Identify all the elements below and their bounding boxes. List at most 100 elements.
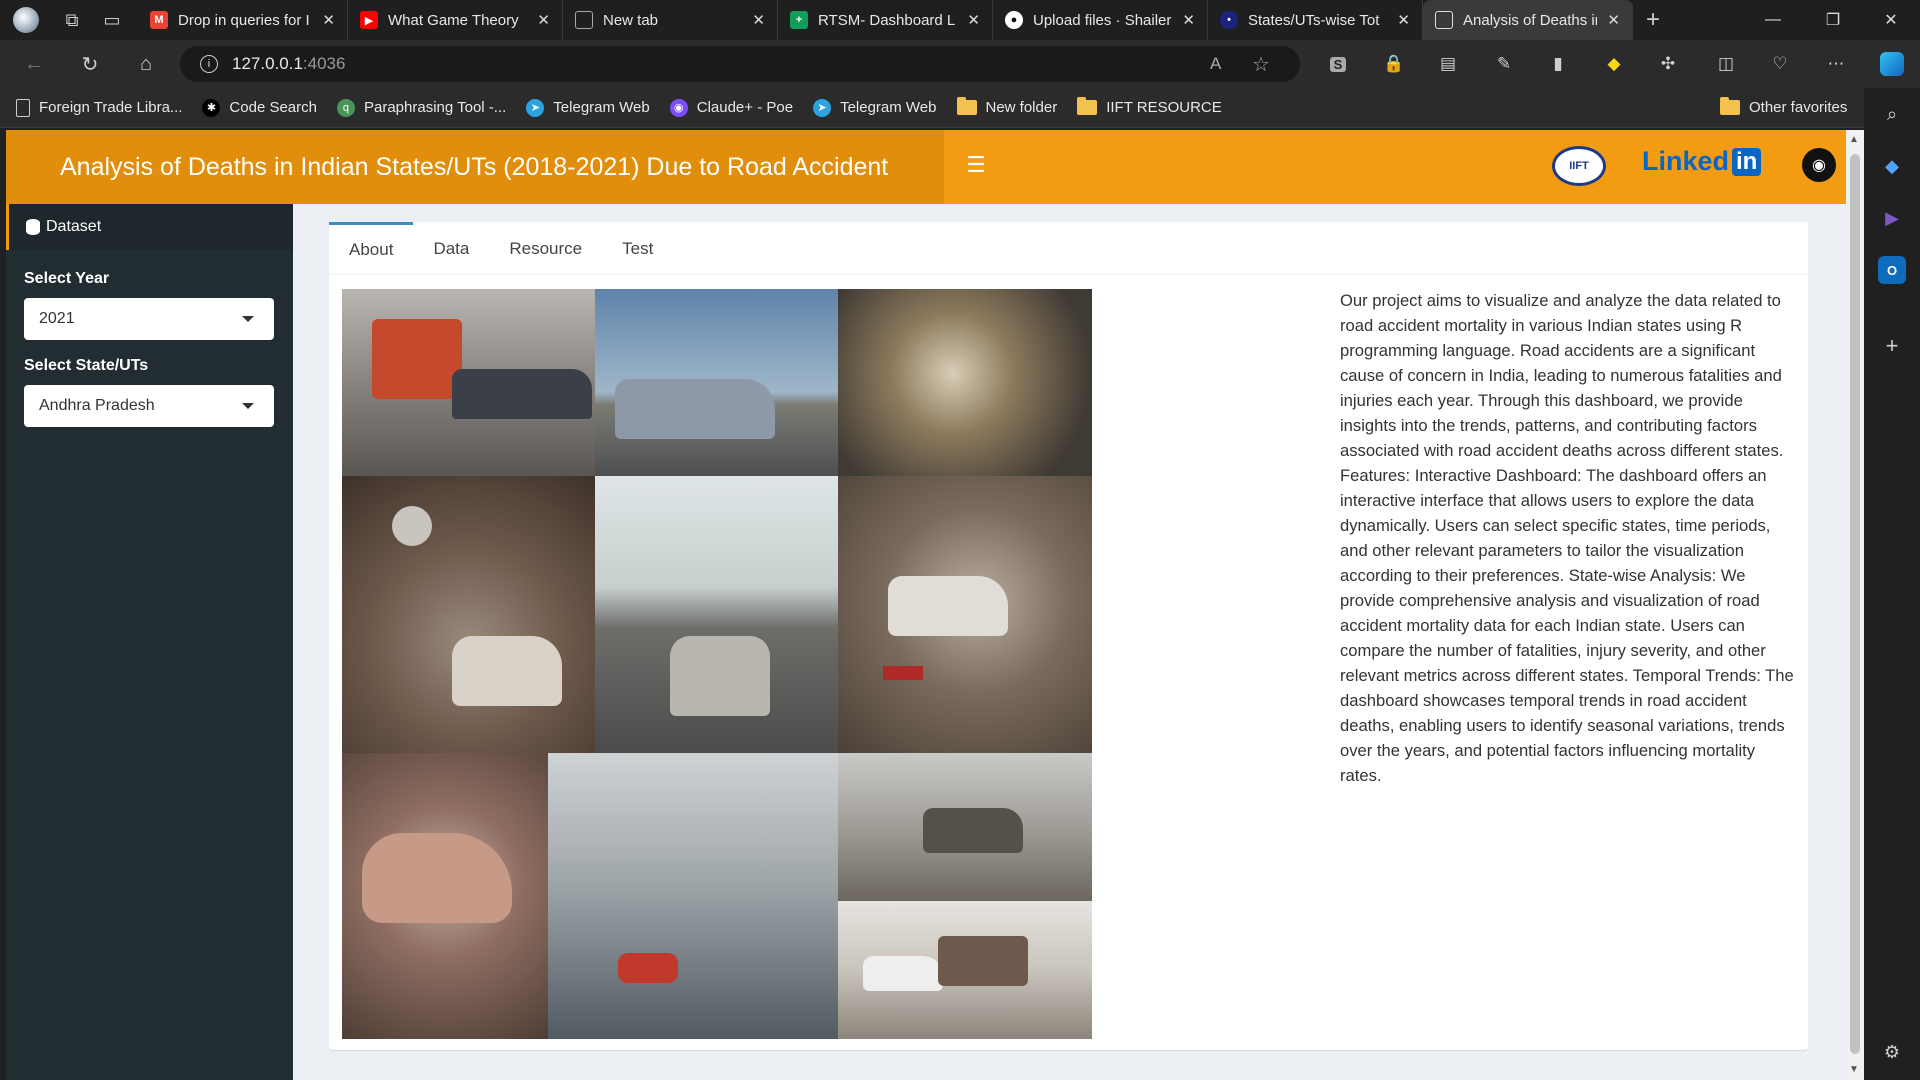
bookmark-folder[interactable]: IIFT RESOURCE xyxy=(1077,97,1222,116)
content-tab-box: About Data Resource Test Our project aim… xyxy=(329,222,1808,1050)
add-icon[interactable]: + xyxy=(1878,332,1906,360)
browser-tab-newtab[interactable]: New tab ✕ xyxy=(563,0,778,40)
restore-icon[interactable]: ❐ xyxy=(1804,0,1862,40)
about-description: Our project aims to visualize and analyz… xyxy=(1340,291,1794,785)
collage-tile-spinning-car xyxy=(838,753,1092,901)
bookmark-item[interactable]: ◉ Claude+ - Poe xyxy=(669,98,793,117)
minimize-icon[interactable]: — xyxy=(1744,0,1802,40)
tab-title: Drop in queries for I xyxy=(178,11,310,29)
more-menu-icon[interactable]: ⋯ xyxy=(1820,48,1852,80)
extension-yellow-icon[interactable]: ◆ xyxy=(1598,48,1630,80)
profile-icon[interactable] xyxy=(0,0,52,40)
scroll-down-icon[interactable]: ▼ xyxy=(1849,1064,1859,1075)
sidebar-item-dataset[interactable]: Dataset xyxy=(6,204,293,250)
extension-page-icon[interactable]: ▤ xyxy=(1432,48,1464,80)
browser-tab-github[interactable]: ● Upload files · Shailer ✕ xyxy=(993,0,1208,40)
split-screen-icon[interactable]: ◫ xyxy=(1710,48,1742,80)
linkedin-logo[interactable]: Linked in xyxy=(1642,146,1762,177)
collage-tile-debris-field xyxy=(342,476,595,753)
tab-title: New tab xyxy=(603,11,659,29)
extension-bars-icon[interactable]: ▮ xyxy=(1542,48,1574,80)
site-info-icon[interactable]: i xyxy=(200,55,218,73)
bookmark-folder[interactable]: New folder xyxy=(956,97,1057,116)
reload-icon[interactable]: ↻ xyxy=(68,44,112,84)
bookmark-item[interactable]: ➤ Telegram Web xyxy=(526,98,650,117)
extension-s-icon[interactable]: S xyxy=(1322,48,1354,80)
state-select[interactable]: Andhra Pradesh xyxy=(24,385,274,427)
close-icon[interactable]: ✕ xyxy=(1182,11,1195,29)
bookmarks-bar: Foreign Trade Libra... ✱ Code Search q P… xyxy=(0,88,1920,128)
scroll-up-icon[interactable]: ▲ xyxy=(1849,134,1859,145)
close-icon[interactable]: ✕ xyxy=(1397,11,1410,29)
close-icon[interactable]: ✕ xyxy=(322,11,335,29)
home-icon[interactable]: ⌂ xyxy=(124,44,168,84)
settings-gear-icon[interactable]: ⚙ xyxy=(1878,1038,1906,1066)
sidebar-toggle-icon[interactable]: ☰ xyxy=(966,152,986,178)
github-icon[interactable]: ◉ xyxy=(1802,148,1836,182)
address-bar[interactable]: i 127.0.0.1:4036 A ☆ xyxy=(180,46,1300,82)
extensions-puzzle-icon[interactable]: ✣ xyxy=(1652,48,1684,80)
quillbot-icon: q xyxy=(336,98,355,117)
close-icon[interactable]: ✕ xyxy=(752,11,765,29)
collage-tile-explosion xyxy=(838,289,1092,476)
close-icon[interactable]: ✕ xyxy=(1607,11,1620,29)
browser-tab-bar: ⧉ ▭ M Drop in queries for I ✕ ▶ What Gam… xyxy=(0,0,1920,40)
browser-tab-youtube[interactable]: ▶ What Game Theory ✕ xyxy=(348,0,563,40)
tab-actions-icon[interactable]: ▭ xyxy=(92,0,132,40)
page-scrollbar[interactable]: ▲ ▼ xyxy=(1846,130,1864,1080)
dashboard-sidebar: Dataset Select Year 2021 Select State/UT… xyxy=(6,204,293,1080)
new-tab-button[interactable]: + xyxy=(1633,0,1673,40)
page-viewport: Analysis of Deaths in Indian States/UTs … xyxy=(6,130,1846,1080)
bookmark-label: Code Search xyxy=(229,99,317,116)
workspaces-icon[interactable]: ⧉ xyxy=(52,0,92,40)
bookmark-item[interactable]: ➤ Telegram Web xyxy=(813,98,937,117)
url-text: 127.0.0.1:4036 xyxy=(232,54,346,73)
folder-icon xyxy=(1720,97,1740,115)
tab-resource[interactable]: Resource xyxy=(489,222,602,275)
code-search-icon: ✱ xyxy=(202,98,221,117)
github-icon: ● xyxy=(1005,11,1023,29)
extension-pen-icon[interactable]: ✎ xyxy=(1488,48,1520,80)
linkedin-in-badge: in xyxy=(1732,147,1762,176)
games-icon[interactable]: ▶ xyxy=(1878,204,1906,232)
scroll-thumb[interactable] xyxy=(1850,154,1860,1054)
tab-test[interactable]: Test xyxy=(602,222,673,275)
bookmark-label: Other favorites xyxy=(1749,99,1848,116)
bookmark-item[interactable]: Foreign Trade Libra... xyxy=(16,98,183,117)
state-label: Select State/UTs xyxy=(24,357,149,374)
search-icon[interactable]: ⌕ xyxy=(1878,100,1906,128)
browser-tab-gmail[interactable]: M Drop in queries for I ✕ xyxy=(138,0,348,40)
bookmark-label: Paraphrasing Tool -... xyxy=(363,99,507,116)
favorite-star-icon[interactable]: ☆ xyxy=(1252,52,1270,77)
year-value: 2021 xyxy=(39,310,75,327)
browser-toolbar: ← ↻ ⌂ i 127.0.0.1:4036 A ☆ S 🔒 ▤ ✎ ▮ ◆ ✣… xyxy=(0,40,1920,88)
year-select[interactable]: 2021 xyxy=(24,298,274,340)
tag-icon[interactable]: ◆ xyxy=(1878,152,1906,180)
collage-tile-silver-sedan xyxy=(595,289,838,476)
tab-data[interactable]: Data xyxy=(413,222,489,275)
copilot-icon[interactable] xyxy=(1876,48,1908,80)
browser-tab-states[interactable]: • States/UTs-wise Tot ✕ xyxy=(1208,0,1423,40)
bookmark-label: Telegram Web xyxy=(840,99,937,116)
outlook-icon[interactable]: O xyxy=(1878,256,1906,284)
iift-logo[interactable]: IIFT xyxy=(1552,146,1606,186)
gmail-icon: M xyxy=(150,11,168,29)
extension-lock-icon[interactable]: 🔒 xyxy=(1378,48,1410,80)
performance-icon[interactable]: ♡ xyxy=(1764,48,1796,80)
other-favorites[interactable]: Other favorites xyxy=(1720,97,1848,116)
read-aloud-icon[interactable]: A xyxy=(1210,54,1221,74)
browser-tab-sheets[interactable]: + RTSM- Dashboard L ✕ xyxy=(778,0,993,40)
tab-title: What Game Theory xyxy=(388,11,519,29)
close-icon[interactable]: ✕ xyxy=(967,11,980,29)
browser-tab-active[interactable]: Analysis of Deaths in ✕ xyxy=(1423,0,1633,40)
close-icon[interactable]: ✕ xyxy=(537,11,550,29)
tab-about[interactable]: About xyxy=(329,222,414,275)
page-icon xyxy=(16,98,30,117)
sheets-icon: + xyxy=(790,11,808,29)
chevron-down-icon xyxy=(242,316,254,322)
bookmark-item[interactable]: q Paraphrasing Tool -... xyxy=(336,98,507,117)
bookmark-label: Foreign Trade Libra... xyxy=(39,99,183,116)
back-icon[interactable]: ← xyxy=(12,44,56,84)
close-window-icon[interactable]: ✕ xyxy=(1862,0,1920,40)
bookmark-item[interactable]: ✱ Code Search xyxy=(202,98,317,117)
